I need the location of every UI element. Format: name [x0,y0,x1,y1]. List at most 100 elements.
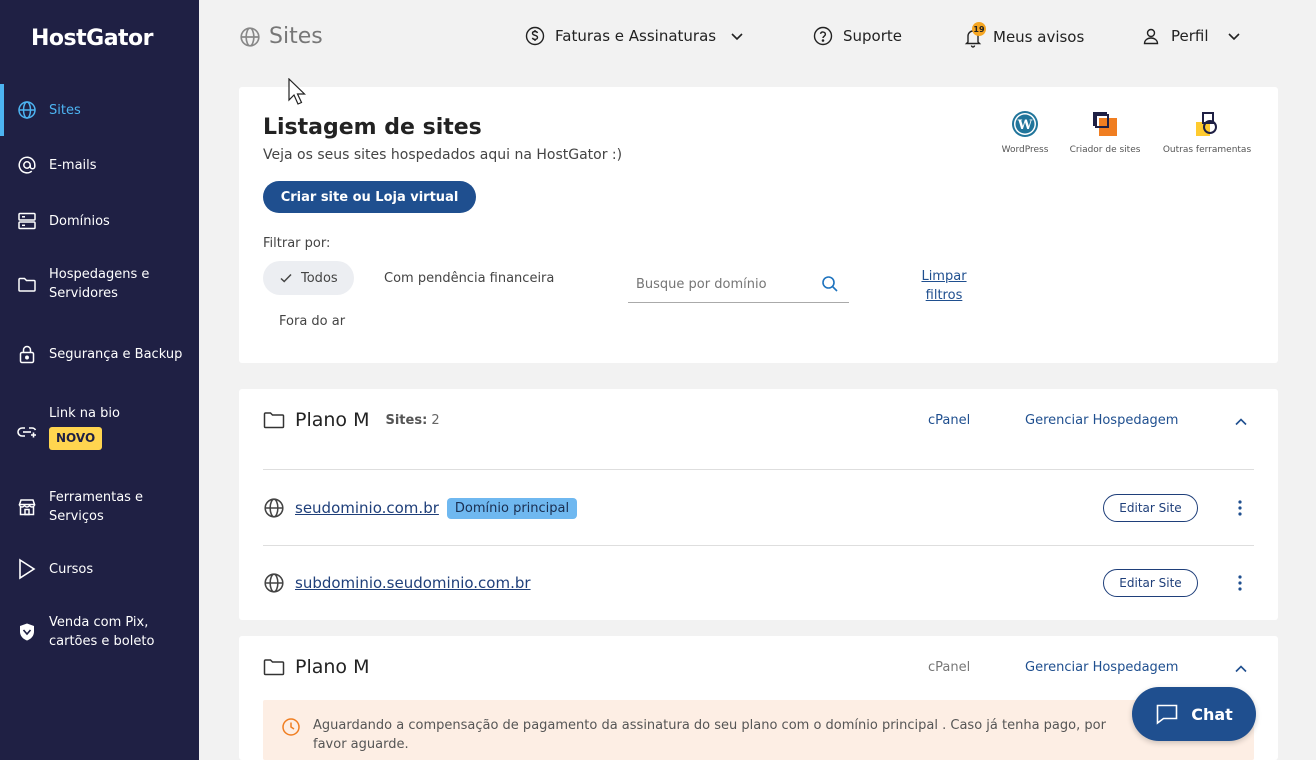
profile-menu[interactable]: Perfil [1141,26,1241,46]
sidebar-item-tools[interactable]: Ferramentas e Serviços [0,487,199,527]
sidebar-item-courses[interactable]: Cursos [0,556,199,582]
search-icon[interactable] [821,275,839,293]
globe-icon [264,498,284,518]
sidebar-item-label: Ferramentas e Serviços [49,490,144,524]
tools-icon [1196,112,1217,136]
sidebar-item-security[interactable]: Segurança e Backup [0,334,199,374]
notices-link[interactable]: 19 Meus avisos [963,22,1084,48]
clear-filters-link[interactable]: Limpar filtros [907,267,981,305]
divider [263,469,1254,470]
sidebar-item-label: Venda com Pix, cartões e boleto [49,615,155,649]
sidebar-item-link-bio[interactable]: Link na bio NOVO [0,404,199,460]
link-icon [16,421,38,443]
sidebar-item-label: Segurança e Backup [49,346,183,362]
site-domain-link[interactable]: seudominio.com.br [295,499,439,517]
store-icon [16,496,38,518]
cpanel-link[interactable]: cPanel [928,413,970,428]
cpanel-link[interactable]: cPanel [928,660,970,675]
site-builder-tool[interactable]: Criador de sites [1065,109,1145,155]
sidebar-item-label: Hospedagens e Servidores [49,267,150,301]
folder-icon [263,412,285,429]
clock-icon [282,718,300,736]
tool-label: WordPress [1001,145,1049,155]
sidebar-item-label: E-mails [49,157,97,173]
plan-card: Plano M cPanel Gerenciar Hospedagem Agua… [239,636,1278,760]
support-link[interactable]: Suporte [813,26,902,46]
sidebar-item-label: Sites [49,102,81,118]
sidebar-item-label: Domínios [49,213,110,229]
filter-pending-chip[interactable]: Com pendência financeira [368,261,570,295]
globe-icon [16,99,38,121]
sidebar: HostGator Sites E-mails Domínios Hospeda… [0,0,199,760]
sidebar-item-emails[interactable]: E-mails [0,152,199,178]
chevron-down-icon [731,33,743,41]
filter-offline-chip[interactable]: Fora do ar [263,304,361,338]
wordpress-icon: W [1012,111,1038,137]
main-domain-badge: Domínio principal [446,497,578,519]
svg-text:W: W [1017,118,1033,133]
edit-site-button[interactable]: Editar Site [1103,494,1198,522]
sidebar-item-label: Link na bio [49,406,120,421]
globe-icon [240,26,260,47]
filter-label: Filtrar por: [263,236,331,251]
sidebar-item-label: Cursos [49,561,94,577]
plan-name: Plano M [295,656,370,678]
create-site-button[interactable]: Criar site ou Loja virtual [263,181,476,213]
profile-label: Perfil [1171,27,1209,45]
chevron-up-icon[interactable] [1234,415,1248,429]
more-options-icon[interactable] [1230,569,1250,597]
sites-count-label: Sites: [385,412,428,428]
billing-menu[interactable]: Faturas e Assinaturas [525,26,744,46]
mouse-cursor-icon [288,78,306,105]
listing-subtitle: Veja os seus sites hospedados aqui na Ho… [263,147,623,163]
chat-button-label: Chat [1191,704,1233,724]
site-builder-icon [1093,112,1117,136]
chat-bubble-icon [1156,704,1178,725]
server-icon [16,210,38,232]
tool-label: Criador de sites [1069,145,1141,155]
plan-header: Plano M [263,656,369,678]
globe-icon [264,573,284,593]
sites-listing-card: Listagem de sites Veja os seus sites hos… [239,87,1278,363]
shield-icon [16,621,38,643]
dollar-icon [525,26,545,46]
top-bar: Sites Faturas e Assinaturas Suporte 19 M… [199,0,1316,75]
more-options-icon[interactable] [1230,494,1250,522]
new-badge: NOVO [49,427,103,450]
plan-card: Plano M Sites: 2 cPanel Gerenciar Hosped… [239,389,1278,620]
page-title: Sites [239,24,323,49]
tool-label: Outras ferramentas [1162,145,1252,155]
brand-logo[interactable]: HostGator [31,26,154,51]
folder-icon [263,659,285,676]
plan-header: Plano M Sites: 2 [263,409,440,431]
other-tools-tool[interactable]: Outras ferramentas [1157,109,1257,155]
manage-hosting-link[interactable]: Gerenciar Hospedagem [1025,413,1178,428]
support-label: Suporte [843,27,903,45]
sidebar-item-domains[interactable]: Domínios [0,208,199,234]
sites-count: Sites: 2 [385,413,439,428]
edit-site-button[interactable]: Editar Site [1103,569,1198,597]
sites-count-value: 2 [431,412,440,428]
at-icon [16,154,38,176]
folder-icon [16,273,38,295]
sidebar-item-hosting[interactable]: Hospedagens e Servidores [0,264,199,304]
site-row: subdominio.seudominio.com.br Editar Site [263,563,1254,603]
domain-search-input[interactable] [628,267,808,301]
listing-title: Listagem de sites [263,115,482,140]
sidebar-item-sites[interactable]: Sites [0,84,199,136]
alert-text: Aguardando a compensação de pagamento da… [313,718,1106,752]
filter-chip-label: Com pendência financeira [384,270,555,286]
notices-count-badge: 19 [972,22,986,36]
billing-menu-label: Faturas e Assinaturas [555,27,717,45]
filter-chip-label: Todos [301,270,338,286]
sidebar-item-payments[interactable]: Venda com Pix, cartões e boleto [0,612,199,652]
manage-hosting-link[interactable]: Gerenciar Hospedagem [1025,660,1178,675]
wordpress-tool[interactable]: W WordPress [995,109,1055,155]
site-domain-link[interactable]: subdominio.seudominio.com.br [295,574,531,592]
plan-name: Plano M [295,409,370,431]
chevron-up-icon[interactable] [1234,662,1248,676]
play-icon [16,558,38,580]
filter-all-chip[interactable]: Todos [263,261,354,295]
bell-icon: 19 [963,22,986,48]
chat-button[interactable]: Chat [1132,687,1256,741]
